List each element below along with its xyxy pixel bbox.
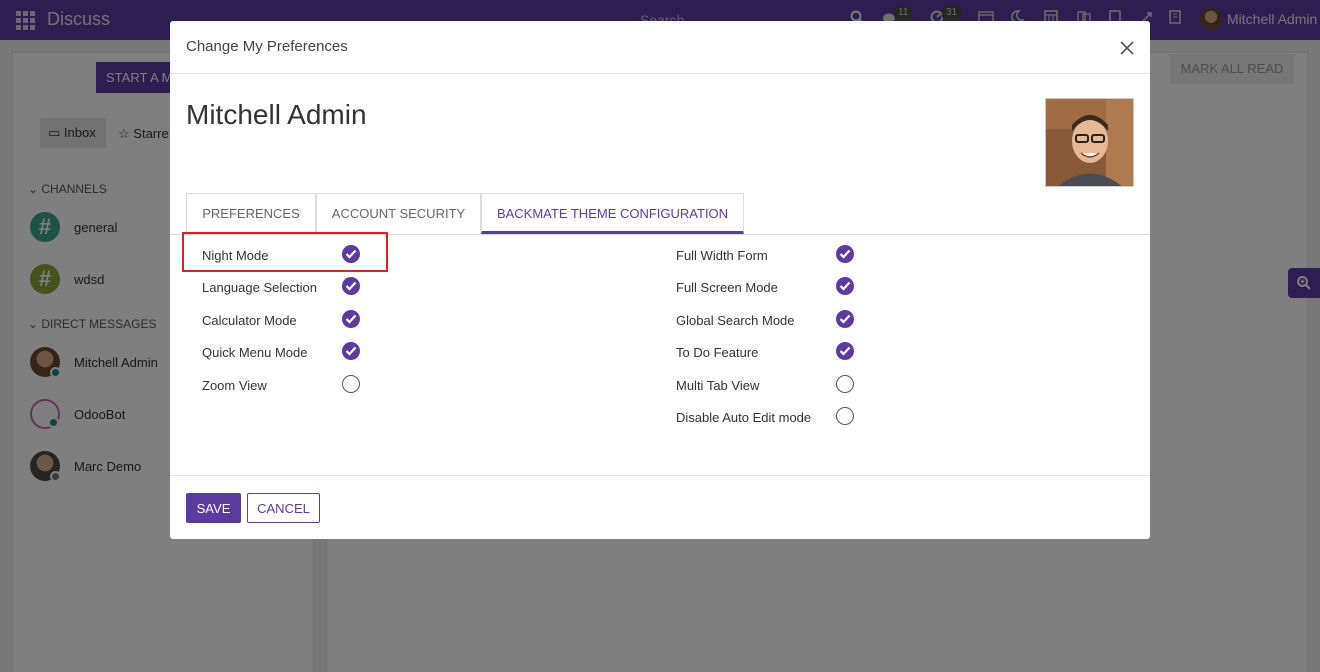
language-selection-checkbox[interactable]: [342, 277, 360, 295]
full-width-form-label: Full Width Form: [676, 248, 768, 263]
to-do-feature-label: To Do Feature: [676, 345, 759, 360]
close-icon[interactable]: [1118, 39, 1136, 57]
tab-account-security[interactable]: ACCOUNT SECURITY: [316, 193, 481, 234]
disable-auto-edit-mode-label: Disable Auto Edit mode: [676, 410, 812, 425]
dialog-title: Change My Preferences: [186, 38, 348, 55]
full-screen-mode-label: Full Screen Mode: [676, 280, 778, 295]
multi-tab-view-label: Multi Tab View: [676, 378, 760, 393]
calculator-mode-checkbox[interactable]: [342, 310, 360, 328]
language-selection-label: Language Selection: [202, 280, 317, 295]
calculator-mode-label: Calculator Mode: [202, 313, 297, 328]
multi-tab-view-checkbox[interactable]: [836, 375, 854, 393]
tab-bar: PREFERENCES ACCOUNT SECURITY BACKMATE TH…: [170, 193, 1150, 235]
save-button[interactable]: SAVE: [186, 493, 241, 523]
night-mode-highlight-box: [182, 232, 388, 272]
zoom-view-label: Zoom View: [202, 378, 267, 393]
global-search-mode-checkbox[interactable]: [836, 310, 854, 328]
quick-menu-mode-checkbox[interactable]: [342, 342, 360, 360]
user-name-heading: Mitchell Admin: [186, 99, 367, 130]
tab-backmate-theme-configuration[interactable]: BACKMATE THEME CONFIGURATION: [481, 193, 744, 234]
zoom-view-checkbox[interactable]: [342, 375, 360, 393]
user-photo[interactable]: [1045, 98, 1134, 187]
dialog-header: Change My Preferences: [170, 21, 1150, 74]
preferences-dialog: Change My Preferences Mitchell Admin PRE…: [170, 21, 1150, 539]
quick-menu-mode-label: Quick Menu Mode: [202, 345, 308, 360]
to-do-feature-checkbox[interactable]: [836, 342, 854, 360]
dialog-footer: SAVE CANCEL: [170, 475, 1150, 539]
cancel-button[interactable]: CANCEL: [247, 493, 320, 523]
full-screen-mode-checkbox[interactable]: [836, 277, 854, 295]
disable-auto-edit-mode-checkbox[interactable]: [836, 407, 854, 425]
tab-preferences[interactable]: PREFERENCES: [186, 193, 316, 234]
full-width-form-checkbox[interactable]: [836, 245, 854, 263]
global-search-mode-label: Global Search Mode: [676, 313, 795, 328]
